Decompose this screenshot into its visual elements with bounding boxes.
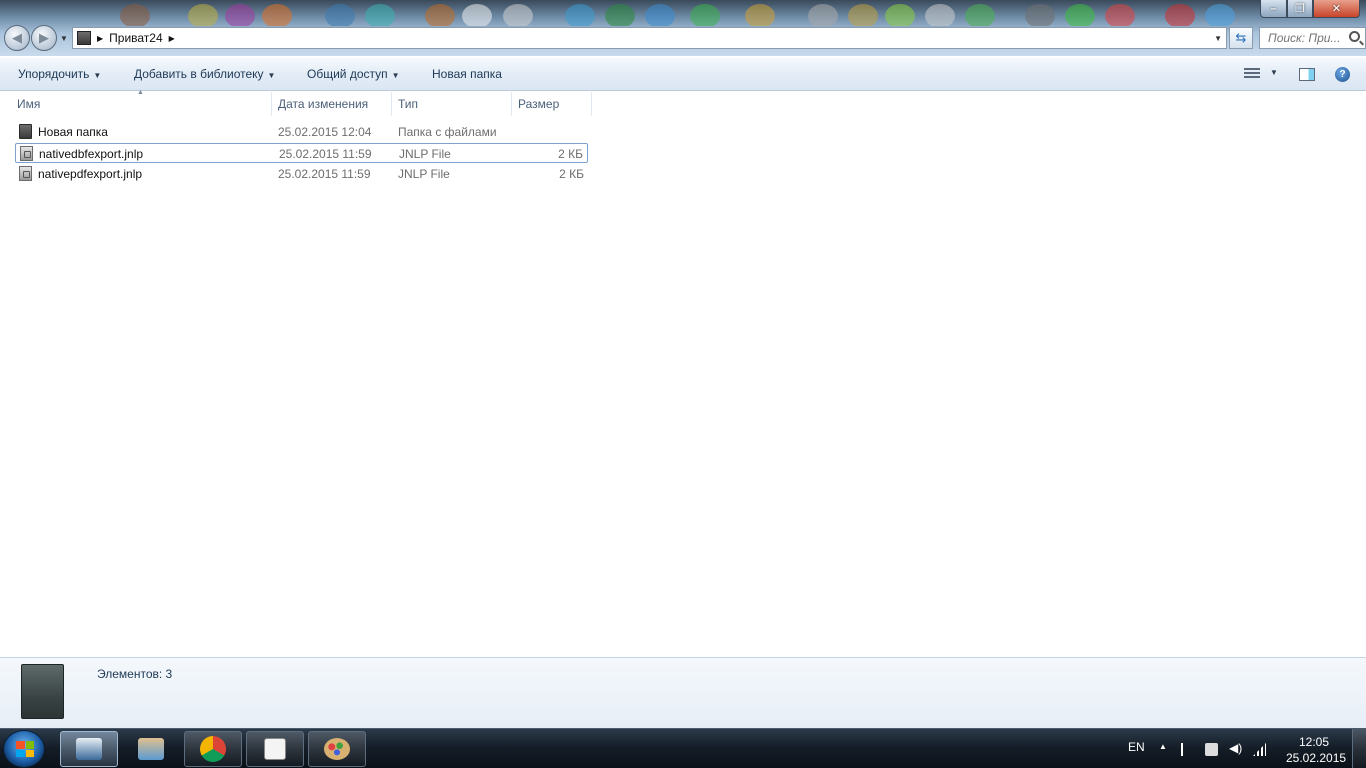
language-indicator[interactable]: EN <box>1128 740 1145 754</box>
help-icon[interactable]: ? <box>1335 67 1350 82</box>
close-button[interactable]: ✕ <box>1313 0 1360 18</box>
back-button[interactable]: ◀ <box>4 25 30 51</box>
chevron-down-icon: ▼ <box>391 71 400 80</box>
network-signal-icon[interactable] <box>1253 743 1266 756</box>
show-desktop-button[interactable] <box>1352 729 1366 768</box>
file-type: JNLP File <box>398 167 450 181</box>
command-toolbar: Упорядочить ▼ Добавить в библиотеку ▼ Общи… <box>0 58 1366 91</box>
show-hidden-icons-icon[interactable]: ▲ <box>1159 742 1167 751</box>
breadcrumb-separator-icon[interactable]: ▶ <box>169 34 175 43</box>
window-controls: – ❐ ✕ <box>1260 0 1360 18</box>
file-size: 2 КБ <box>558 147 583 161</box>
search-box[interactable] <box>1259 27 1366 49</box>
taskbar-tasks-button[interactable] <box>246 731 304 767</box>
item-count: Элементов: 3 <box>97 667 173 681</box>
column-header-type[interactable]: Тип <box>392 92 512 116</box>
view-options-dropdown[interactable]: ▼ <box>1270 68 1278 77</box>
minimize-button[interactable]: – <box>1260 0 1287 18</box>
file-row[interactable]: nativedbfexport.jnlp 25.02.2015 11:59 JN… <box>15 143 588 163</box>
folder-large-icon <box>21 664 64 719</box>
search-input[interactable] <box>1268 31 1348 45</box>
downloads-icon <box>138 738 164 760</box>
file-name: nativedbfexport.jnlp <box>39 147 144 161</box>
titlebar-background <box>0 0 1366 26</box>
add-to-library-label: Добавить в библиотеку <box>134 67 264 81</box>
windows-logo-icon <box>16 741 34 757</box>
organize-menu[interactable]: Упорядочить ▼ <box>18 67 101 81</box>
recent-pages-dropdown[interactable]: ▼ <box>60 34 68 43</box>
start-button[interactable] <box>3 730 45 768</box>
file-type: Папка с файлами <box>398 125 497 139</box>
refresh-button[interactable]: ⇆ <box>1229 27 1253 49</box>
file-size: 2 КБ <box>559 167 584 181</box>
column-header-size[interactable]: Размер <box>512 92 592 116</box>
change-view-icon[interactable] <box>1244 68 1260 80</box>
breadcrumb-separator-icon[interactable]: ▶ <box>97 34 103 43</box>
details-pane: Элементов: 3 <box>0 657 1366 728</box>
forward-button[interactable]: ▶ <box>31 25 57 51</box>
paint-icon <box>324 738 350 760</box>
organize-label: Упорядочить <box>18 67 90 81</box>
file-row[interactable]: nativepdfexport.jnlp 25.02.2015 11:59 JN… <box>15 164 588 184</box>
folder-icon <box>77 31 91 45</box>
file-date: 25.02.2015 12:04 <box>278 125 372 139</box>
back-arrow-icon: ◀ <box>12 30 22 45</box>
chrome-icon <box>200 736 226 762</box>
add-to-library-menu[interactable]: Добавить в библиотеку ▼ <box>134 67 275 81</box>
column-header-date[interactable]: Дата изменения <box>272 92 392 116</box>
forward-arrow-icon: ▶ <box>39 30 49 45</box>
address-bar[interactable]: ▶ Приват24 ▶ ▼ <box>72 27 1227 49</box>
taskbar-downloads-button[interactable] <box>122 731 180 767</box>
preview-pane-icon[interactable] <box>1299 68 1315 81</box>
window-titlebar: – ❐ ✕ ◀ ▶ ▼ ▶ Приват24 ▶ ▼ ⇆ <box>0 0 1366 56</box>
taskbar-chrome-button[interactable] <box>184 731 242 767</box>
file-type: JNLP File <box>399 147 451 161</box>
taskbar-paint-button[interactable] <box>308 731 366 767</box>
file-name: Новая папка <box>38 125 108 139</box>
file-date: 25.02.2015 11:59 <box>279 147 372 161</box>
explorer-icon <box>76 738 102 760</box>
search-icon[interactable] <box>1349 31 1360 42</box>
breadcrumb-item[interactable]: Приват24 <box>109 31 163 45</box>
address-history-dropdown[interactable]: ▼ <box>1214 34 1222 43</box>
jnlp-file-icon <box>19 166 32 181</box>
clock-time[interactable]: 12:05 <box>1299 735 1329 749</box>
taskbar: EN ▲ ◀) 12:05 25.02.2015 <box>0 728 1366 768</box>
maximize-button[interactable]: ❐ <box>1287 0 1313 18</box>
chevron-down-icon: ▼ <box>93 71 102 80</box>
file-name: nativepdfexport.jnlp <box>38 167 143 181</box>
file-row[interactable]: Новая папка 25.02.2015 12:04 Папка с фай… <box>15 122 588 142</box>
refresh-icon: ⇆ <box>1235 30 1247 45</box>
share-menu[interactable]: Общий доступ ▼ <box>307 67 400 81</box>
file-date: 25.02.2015 11:59 <box>278 167 371 181</box>
chevron-down-icon: ▼ <box>267 71 276 80</box>
clock-date[interactable]: 25.02.2015 <box>1286 751 1346 765</box>
power-icon[interactable] <box>1205 743 1218 756</box>
taskbar-explorer-button[interactable] <box>60 731 118 767</box>
jnlp-file-icon <box>20 146 33 161</box>
volume-icon[interactable]: ◀) <box>1229 741 1242 755</box>
new-folder-button[interactable]: Новая папка <box>432 67 502 81</box>
folder-icon <box>19 124 32 139</box>
share-label: Общий доступ <box>307 67 388 81</box>
column-header-name[interactable]: Имя <box>11 92 272 116</box>
action-center-flag-icon[interactable] <box>1181 743 1194 756</box>
tasks-icon <box>264 738 286 760</box>
